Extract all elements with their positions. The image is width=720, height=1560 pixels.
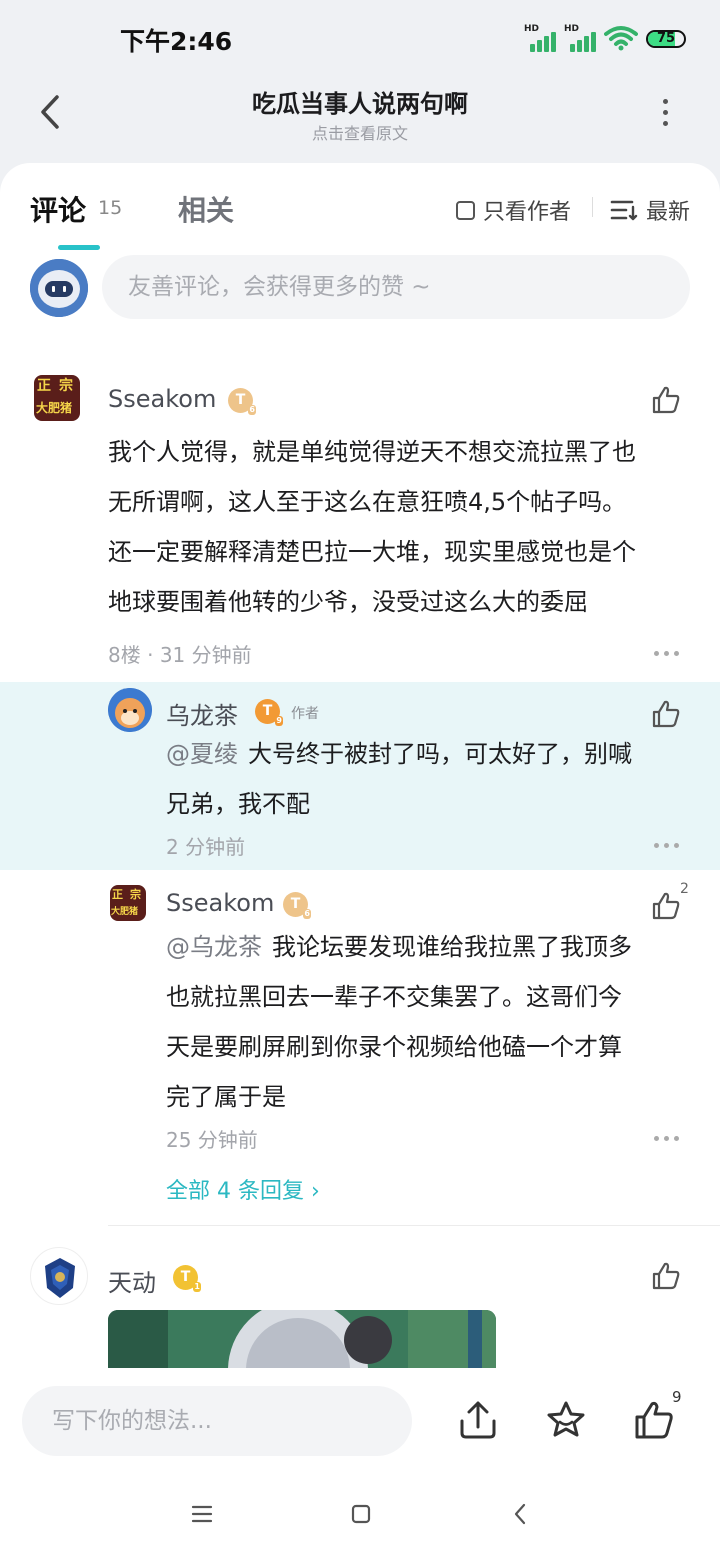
level-badge: T9: [255, 699, 283, 726]
sort-icon: [610, 200, 638, 221]
status-bar: 下午2:46 HD HD 75: [0, 0, 720, 80]
tab-related[interactable]: 相关: [178, 189, 234, 229]
username[interactable]: Sseakom: [108, 385, 216, 413]
divider: [108, 1225, 720, 1226]
reply-body: @夏绫 大号终于被封了吗，可太好了，别喊 兄弟，我不配: [166, 740, 632, 818]
reply-time: 25 分钟前: [166, 1128, 258, 1152]
sort-button[interactable]: 最新: [610, 194, 690, 226]
share-icon[interactable]: [457, 1399, 499, 1441]
comments-sheet: 评论 15 相关 只看作者 最新 友善评论，会获得更多的赞 ~ 正 宗 大肥猪 …: [0, 163, 720, 1368]
comments-count: 15: [98, 197, 123, 219]
menu-button[interactable]: [182, 1494, 222, 1534]
system-nav-bar: [0, 1464, 720, 1560]
reply-input[interactable]: 写下你的想法...: [22, 1386, 412, 1456]
menu-icon: [191, 1505, 213, 1523]
level-badge: T1: [173, 1265, 201, 1292]
only-author-label: 只看作者: [483, 200, 572, 225]
like-count: 9: [672, 1388, 682, 1406]
reply-time: 2 分钟前: [166, 835, 246, 859]
sort-label: 最新: [646, 200, 691, 225]
status-time: 下午2:46: [120, 27, 233, 56]
star-icon[interactable]: [545, 1399, 587, 1441]
author-tag: 作者: [291, 706, 319, 722]
avatar[interactable]: [30, 1247, 88, 1305]
wifi-icon: [604, 26, 638, 51]
page-title: 吃瓜当事人说两句啊: [252, 90, 468, 118]
username[interactable]: 乌龙茶: [166, 696, 238, 731]
bottom-action-bar: 写下你的想法... 9: [0, 1368, 720, 1464]
signal-icon-2: HD: [564, 24, 598, 52]
thumb-up-icon[interactable]: [633, 1399, 675, 1441]
checkbox-icon[interactable]: [456, 200, 475, 220]
view-original-link[interactable]: 点击查看原文: [0, 120, 720, 144]
thumb-up-icon[interactable]: [650, 1260, 682, 1292]
mention[interactable]: @乌龙茶: [166, 933, 262, 961]
thumb-up-icon[interactable]: [650, 890, 682, 922]
username[interactable]: 天动: [108, 1263, 156, 1298]
like-count: 2: [680, 881, 689, 897]
divider: [592, 197, 593, 217]
comment-input[interactable]: 友善评论，会获得更多的赞 ~: [102, 255, 690, 319]
nav-back-button[interactable]: [500, 1494, 540, 1534]
tab-comments[interactable]: 评论: [30, 189, 86, 229]
comment-meta: 8楼 · 31 分钟前: [108, 643, 252, 667]
level-badge: T6: [228, 388, 256, 415]
avatar[interactable]: 正 宗 大肥猪: [110, 885, 146, 921]
comment-image[interactable]: [108, 1310, 496, 1368]
more-icon: [662, 98, 668, 104]
my-avatar[interactable]: [30, 259, 88, 317]
view-all-replies-link[interactable]: 全部 4 条回复 ›: [166, 1173, 320, 1205]
battery-icon: 75: [646, 30, 686, 48]
thumb-up-icon[interactable]: [650, 698, 682, 730]
avatar[interactable]: 正 宗 大肥猪: [34, 375, 80, 421]
level-badge: T6: [283, 892, 311, 919]
signal-icon-1: HD: [524, 24, 558, 52]
comment-more-button[interactable]: [654, 651, 679, 656]
nav-back-icon: [514, 1503, 526, 1525]
comment-body: 我个人觉得，就是单纯觉得逆天不想交流拉黑了也 无所谓啊，这人至于这么在意狂喷4,…: [108, 438, 636, 616]
mention[interactable]: @夏绫: [166, 740, 238, 768]
reply-body: @乌龙茶 我论坛要发现谁给我拉黑了我顶多 也就拉黑回去一辈子不交集罢了。这哥们今 …: [166, 933, 632, 1111]
home-icon: [351, 1504, 371, 1524]
more-button[interactable]: [648, 92, 682, 132]
reply-more-button[interactable]: [654, 843, 679, 848]
home-button[interactable]: [341, 1494, 381, 1534]
avatar[interactable]: [108, 688, 152, 732]
only-author-toggle[interactable]: 只看作者: [456, 194, 571, 226]
username[interactable]: Sseakom: [166, 889, 274, 917]
thumb-up-icon[interactable]: [650, 384, 682, 416]
reply-more-button[interactable]: [654, 1136, 679, 1141]
tab-indicator: [58, 245, 100, 250]
